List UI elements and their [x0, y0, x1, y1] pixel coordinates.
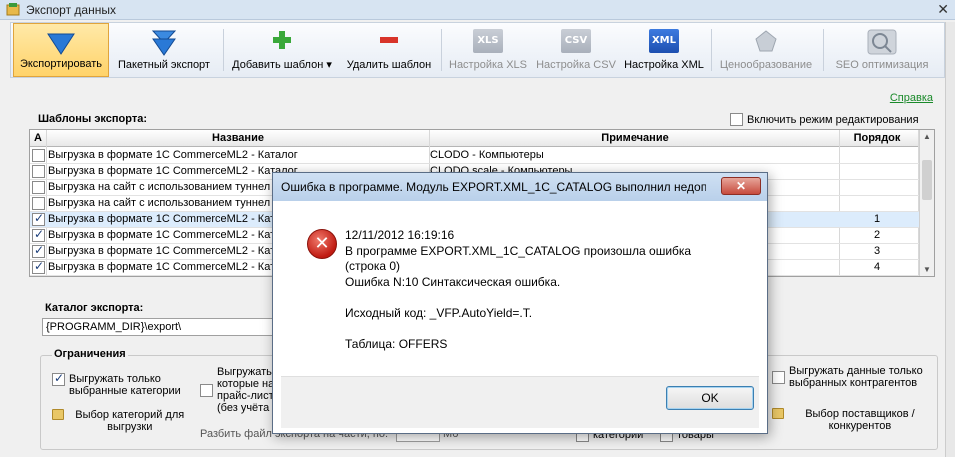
- toolbar-separator: [711, 29, 712, 71]
- row-order: 2: [873, 229, 881, 241]
- plus-icon: [273, 31, 291, 49]
- scroll-down-icon[interactable]: ▼: [923, 265, 931, 274]
- dialog-close-button[interactable]: ✕: [721, 177, 761, 195]
- seo-globe-icon: [867, 29, 897, 55]
- xls-settings-button[interactable]: XLS Настройка XLS: [445, 23, 531, 77]
- csv-icon: CSV: [561, 29, 591, 53]
- dialog-title: Ошибка в программе. Модуль EXPORT.XML_1C…: [281, 180, 706, 194]
- csv-settings-button[interactable]: CSV Настройка CSV: [533, 23, 619, 77]
- col-order-header[interactable]: Порядок: [840, 132, 914, 144]
- templates-title: Шаблоны экспорта:: [38, 113, 148, 125]
- pricing-button[interactable]: Ценообразование: [715, 23, 817, 77]
- scroll-thumb[interactable]: [922, 160, 932, 200]
- batch-export-icon: [151, 30, 177, 56]
- row-checkbox[interactable]: [32, 211, 45, 226]
- choose-categories-link[interactable]: Выбор категорий для выгрузки: [52, 409, 192, 433]
- row-name: Выгрузка в формате 1С CommerceML2 - Ката…: [48, 149, 298, 161]
- pricing-icon: [755, 30, 777, 52]
- grid-scrollbar[interactable]: ▲ ▼: [919, 130, 934, 276]
- seo-button[interactable]: SEO оптимизация: [827, 23, 937, 77]
- catalog-label: Каталог экспорта:: [45, 302, 144, 314]
- limits-title: Ограничения: [52, 348, 128, 360]
- row-checkbox[interactable]: [32, 259, 45, 274]
- error-message: 12/11/2012 16:19:16 В программе EXPORT.X…: [345, 228, 692, 351]
- export-arrow-icon: [47, 33, 75, 55]
- help-link[interactable]: Справка: [890, 92, 933, 104]
- toolbar-separator: [441, 29, 442, 71]
- edit-mode-toggle[interactable]: Включить режим редактирования: [730, 113, 919, 126]
- row-checkbox[interactable]: [32, 165, 45, 178]
- window-scrollbar[interactable]: [945, 22, 955, 457]
- dialog-title-bar: Ошибка в программе. Модуль EXPORT.XML_1C…: [273, 173, 767, 201]
- xls-icon: XLS: [473, 29, 503, 53]
- delete-template-button[interactable]: Удалить шаблон: [341, 23, 437, 77]
- selected-contractors-option[interactable]: Выгружать данные только выбранных контра…: [772, 365, 932, 389]
- error-icon: ✕: [307, 229, 337, 259]
- partial-export-option[interactable]: Выгружать которые на прайс-лист (без учё…: [200, 366, 280, 414]
- window-close-icon[interactable]: ✕: [937, 1, 949, 18]
- row-order: 4: [873, 261, 881, 273]
- row-checkbox[interactable]: [32, 149, 45, 162]
- folder-icon: [52, 409, 64, 420]
- window-title: Экспорт данных: [26, 3, 116, 17]
- batch-export-button[interactable]: Пакетный экспорт: [111, 23, 217, 77]
- xml-icon: XML: [649, 29, 679, 53]
- toolbar: Экспортировать Пакетный экспорт Добавить…: [10, 22, 945, 78]
- row-checkbox[interactable]: [32, 227, 45, 242]
- export-button[interactable]: Экспортировать: [13, 23, 109, 77]
- catalog-path-field[interactable]: {PROGRAMM_DIR}\export\: [42, 318, 282, 336]
- error-dialog: Ошибка в программе. Модуль EXPORT.XML_1C…: [272, 172, 768, 434]
- xml-settings-button[interactable]: XML Настройка XML: [621, 23, 707, 77]
- title-bar: Экспорт данных ✕: [0, 0, 955, 20]
- partial-export-checkbox[interactable]: [200, 384, 213, 397]
- selected-categories-checkbox[interactable]: [52, 371, 65, 386]
- folder-icon: [772, 408, 784, 419]
- toolbar-separator: [823, 29, 824, 71]
- export-window: Экспорт данных ✕ Экспортировать Пакетный…: [0, 0, 955, 457]
- row-note: CLODO - Компьютеры: [430, 149, 544, 161]
- app-icon: [6, 3, 20, 16]
- choose-suppliers-link[interactable]: Выбор поставщиков / конкурентов: [772, 408, 932, 432]
- col-note-header[interactable]: Примечание: [430, 132, 840, 144]
- toolbar-separator: [223, 29, 224, 71]
- add-template-button[interactable]: Добавить шаблон ▾: [227, 23, 337, 77]
- col-name-header[interactable]: Название: [46, 132, 430, 144]
- row-order: 1: [873, 213, 881, 225]
- edit-mode-checkbox[interactable]: [730, 113, 743, 126]
- row-order: 3: [873, 245, 881, 257]
- row-checkbox[interactable]: [32, 243, 45, 258]
- row-checkbox[interactable]: [32, 197, 45, 210]
- table-row[interactable]: Выгрузка в формате 1С CommerceML2 - Ката…: [30, 148, 920, 164]
- selected-contractors-checkbox[interactable]: [772, 371, 785, 384]
- grid-header: А Название Примечание Порядок: [30, 130, 920, 147]
- ok-button[interactable]: OK: [666, 386, 754, 410]
- col-a-header[interactable]: А: [30, 132, 46, 144]
- scroll-up-icon[interactable]: ▲: [923, 132, 931, 141]
- minus-icon: [380, 37, 398, 43]
- row-checkbox[interactable]: [32, 181, 45, 194]
- selected-categories-option[interactable]: Выгружать только выбранные категории: [52, 371, 192, 397]
